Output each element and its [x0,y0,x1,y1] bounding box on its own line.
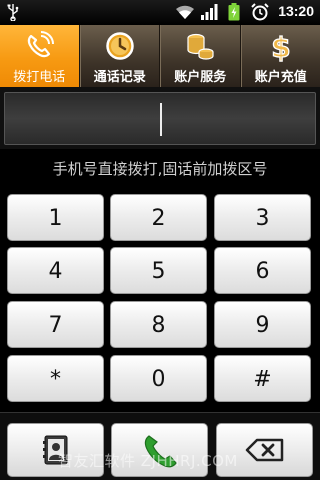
key-star[interactable]: * [7,355,104,402]
svg-text:$: $ [271,31,290,62]
contacts-button[interactable] [7,423,104,477]
bottom-action-bar [0,412,320,480]
contacts-icon [42,435,67,465]
tab-account-service[interactable]: 账户服务 [160,25,241,87]
status-time: 13:20 [278,3,314,19]
wifi-icon [176,5,194,19]
call-button[interactable] [111,423,208,477]
keypad: 1 2 3 4 5 6 7 8 9 * 0 # [0,188,320,412]
key-2[interactable]: 2 [110,194,207,241]
dollar-icon: $ [270,30,291,62]
coins-icon [187,33,214,60]
dial-hint: 手机号直接拨打,固话前加拨区号 [0,150,320,188]
key-3[interactable]: 3 [214,194,311,241]
phone-ring-icon [28,31,55,58]
signal-icon [201,4,218,20]
key-7[interactable]: 7 [7,301,104,348]
number-input[interactable] [4,92,316,145]
tab-label: 账户服务 [174,70,227,85]
key-hash[interactable]: # [214,355,311,402]
key-6[interactable]: 6 [214,247,311,294]
backspace-button[interactable] [216,423,313,477]
usb-icon [7,4,19,21]
number-display-area [0,87,320,149]
call-icon [144,435,177,468]
tab-label: 账户充值 [254,70,307,85]
key-8[interactable]: 8 [110,301,207,348]
key-9[interactable]: 9 [214,301,311,348]
tab-label: 拨打电话 [13,70,66,85]
key-0[interactable]: 0 [110,355,207,402]
status-bar: 13:20 [0,0,320,25]
key-5[interactable]: 5 [110,247,207,294]
text-caret [160,103,162,136]
tab-dial[interactable]: 拨打电话 [0,25,80,87]
tab-account-recharge[interactable]: $ 账户充值 [240,25,320,87]
clock-icon [106,32,134,60]
battery-charging-icon [228,3,240,21]
tab-label: 通话记录 [93,70,146,85]
backspace-icon [245,438,283,462]
tab-bar: 拨打电话 通话记录 账户服务 $ 账户充值 [0,25,320,87]
key-4[interactable]: 4 [7,247,104,294]
tab-call-log[interactable]: 通话记录 [79,25,160,87]
alarm-icon [251,3,269,21]
key-1[interactable]: 1 [7,194,104,241]
